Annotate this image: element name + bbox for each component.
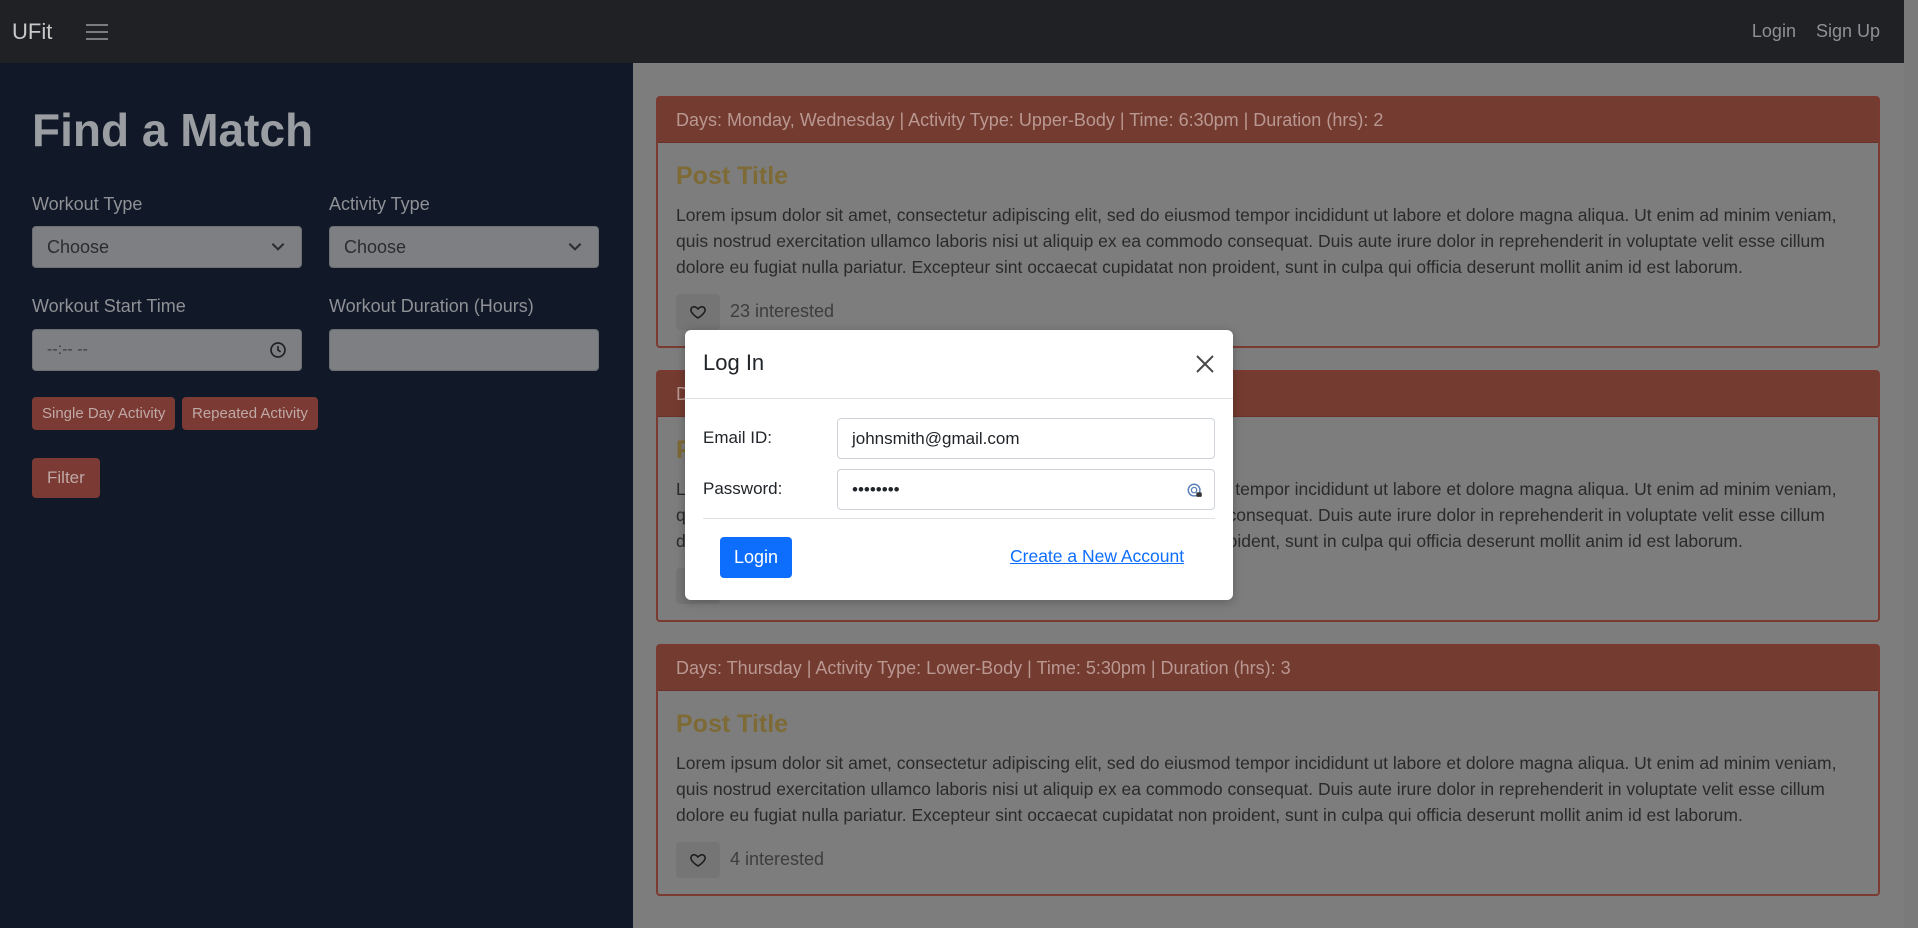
nav-login-link[interactable]: Login [1752,21,1796,42]
login-button[interactable]: Login [720,537,792,578]
create-account-link[interactable]: Create a New Account [1010,546,1184,567]
email-field[interactable]: johnsmith@gmail.com [837,418,1215,459]
brand-logo[interactable]: UFit [12,19,52,45]
password-manager-icon[interactable] [1186,482,1204,500]
clock-icon[interactable] [269,341,287,359]
sidebar-title: Find a Match [32,104,314,156]
workout-type-label: Workout Type [32,194,143,214]
post-body: Lorem ipsum dolor sit amet, consectetur … [676,205,1837,277]
repeated-activity-button[interactable]: Repeated Activity [182,397,318,430]
like-button[interactable] [676,294,720,330]
hamburger-menu-icon[interactable] [86,23,109,40]
email-value: johnsmith@gmail.com [852,428,1020,448]
filter-sidebar: Find a Match Workout Type Choose Activit… [0,63,633,928]
password-label: Password: [703,479,783,498]
heart-icon [690,305,706,319]
activity-type-select[interactable]: Choose [329,226,599,268]
post-card-header: Days: Thursday | Activity Type: Lower-Bo… [658,646,1878,691]
nav-links: Login Sign Up [1752,21,1880,42]
post-card: Days: Monday, Wednesday | Activity Type:… [656,96,1880,348]
chevron-down-icon [271,243,285,251]
modal-divider [703,518,1215,519]
close-icon[interactable] [1193,352,1217,376]
activity-type-value: Choose [344,236,407,257]
activity-type-label: Activity Type [329,194,430,214]
email-label: Email ID: [703,428,772,447]
post-card: Days: Thursday | Activity Type: Lower-Bo… [656,644,1880,896]
page-scrollbar[interactable] [1904,0,1918,928]
workout-type-value: Choose [47,236,110,257]
password-value: •••••••• [852,479,900,499]
chevron-down-icon [568,243,582,251]
filter-button[interactable]: Filter [32,458,100,498]
login-modal: Log In Email ID: johnsmith@gmail.com Pas… [685,330,1233,600]
top-navbar: UFit Login Sign Up [0,0,1904,63]
post-card-header: Days: Monday, Wednesday | Activity Type:… [658,98,1878,143]
heart-icon [690,853,706,867]
workout-type-select[interactable]: Choose [32,226,302,268]
modal-header-divider [685,398,1233,399]
start-time-placeholder: --:-- -- [47,341,88,358]
post-title: Post Title [676,162,789,190]
like-button[interactable] [676,842,720,878]
password-field[interactable]: •••••••• [837,469,1215,510]
post-body: Lorem ipsum dolor sit amet, consectetur … [676,753,1837,825]
single-day-activity-button[interactable]: Single Day Activity [32,397,176,430]
duration-label: Workout Duration (Hours) [329,296,534,316]
start-time-label: Workout Start Time [32,296,186,316]
duration-input[interactable] [329,329,599,371]
start-time-input[interactable]: --:-- -- [32,329,302,371]
modal-title: Log In [703,350,765,375]
interest-count: 23 interested [730,301,835,321]
interest-count: 4 interested [730,849,825,869]
post-title: Post Title [676,710,789,738]
nav-signup-link[interactable]: Sign Up [1816,21,1880,42]
